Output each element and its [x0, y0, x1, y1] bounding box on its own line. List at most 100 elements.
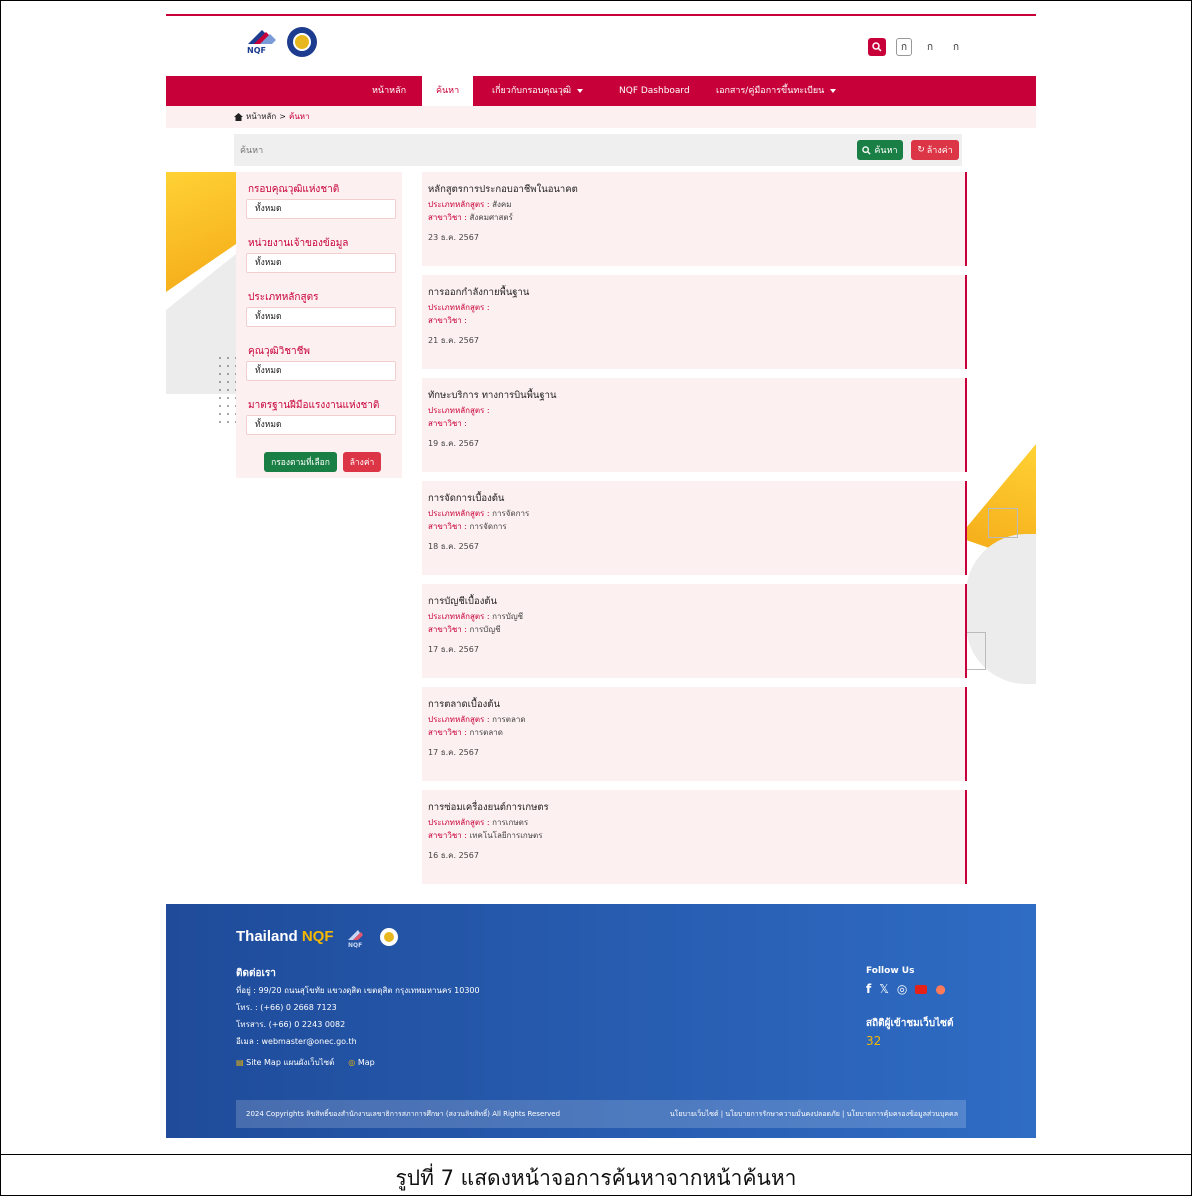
- filter-select-skill-standard[interactable]: ทั้งหมด: [246, 415, 396, 435]
- search-icon: [872, 42, 882, 52]
- nav-search[interactable]: ค้นหา: [422, 76, 474, 106]
- result-card[interactable]: การจัดการเบื้องต้น ประเภทหลักสูตร : การจ…: [422, 481, 967, 575]
- sitemap-link[interactable]: ▤ Site Map แผนผังเว็บไซต์: [236, 1056, 334, 1069]
- result-title[interactable]: การออกกำลังกายพื้นฐาน: [428, 285, 529, 300]
- nav-dashboard[interactable]: NQF Dashboard: [619, 76, 690, 106]
- result-field-label: สาขาวิชา :: [428, 831, 467, 840]
- result-field-line: สาขาวิชา :: [428, 314, 467, 327]
- font-size-medium-button[interactable]: ก: [922, 38, 938, 56]
- result-card[interactable]: ทักษะบริการ ทางการบินพื้นฐาน ประเภทหลักส…: [422, 378, 967, 472]
- filter-select-agency[interactable]: ทั้งหมด: [246, 253, 396, 273]
- result-type-line: ประเภทหลักสูตร : การบัญชี: [428, 610, 523, 623]
- result-field-line: สาขาวิชา : เทคโนโลยีการเกษตร: [428, 829, 543, 842]
- copyright-text: 2024 Copyrights ลิขสิทธิ์ของสำนักงานเลขา…: [246, 1110, 561, 1118]
- site-footer: Thailand NQF NQF ติดต่อเรา ที่อยู่ : 99/…: [166, 904, 1036, 1138]
- reset-icon: ↻: [917, 145, 925, 155]
- search-button[interactable]: ค้นหา: [857, 140, 903, 160]
- nav-home[interactable]: หน้าหลัก: [372, 76, 406, 106]
- reset-filter-button[interactable]: ล้างค่า: [343, 452, 381, 472]
- result-title[interactable]: หลักสูตรการประกอบอาชีพในอนาคต: [428, 182, 578, 197]
- chevron-down-icon: [830, 88, 837, 93]
- result-type-value: การจัดการ: [492, 509, 530, 518]
- result-card[interactable]: การออกกำลังกายพื้นฐาน ประเภทหลักสูตร : ส…: [422, 275, 967, 369]
- instagram-icon[interactable]: ◎: [897, 982, 907, 996]
- clear-search-button[interactable]: ↻ ล้างค่า: [911, 140, 959, 160]
- map-label: Map: [357, 1058, 375, 1067]
- result-type-label: ประเภทหลักสูตร :: [428, 818, 490, 827]
- contact-email[interactable]: อีเมล : webmaster@onec.go.th: [236, 1035, 357, 1048]
- footer-brand: Thailand NQF: [236, 928, 334, 945]
- result-type-label: ประเภทหลักสูตร :: [428, 406, 490, 415]
- nqf-logo: NQF: [348, 930, 363, 948]
- apply-filter-button[interactable]: กรองตามที่เลือก: [264, 452, 337, 472]
- result-field-label: สาขาวิชา :: [428, 728, 467, 737]
- google-icon[interactable]: ●: [935, 982, 945, 996]
- filter-select-nqf[interactable]: ทั้งหมด: [246, 199, 396, 219]
- youtube-icon[interactable]: [915, 984, 928, 994]
- result-field-value: การบัญชี: [469, 625, 501, 634]
- breadcrumb-current: ค้นหา: [288, 112, 310, 121]
- result-field-line: สาขาวิชา : การจัดการ: [428, 520, 507, 533]
- result-type-line: ประเภทหลักสูตร : การตลาด: [428, 713, 526, 726]
- result-field-line: สาขาวิชา : การตลาด: [428, 726, 503, 739]
- facebook-icon[interactable]: f: [866, 982, 871, 996]
- result-field-label: สาขาวิชา :: [428, 625, 467, 634]
- result-date: 17 ธ.ค. 2567: [428, 645, 479, 654]
- result-field-value: การตลาด: [469, 728, 503, 737]
- nav-about[interactable]: เกี่ยวกับกรอบคุณวุฒิ: [492, 76, 583, 106]
- result-title[interactable]: ทักษะบริการ ทางการบินพื้นฐาน: [428, 388, 557, 403]
- filter-select-professional-qualification[interactable]: ทั้งหมด: [246, 361, 396, 381]
- result-type-label: ประเภทหลักสูตร :: [428, 303, 490, 312]
- result-type-value: สังคม: [492, 200, 512, 209]
- filter-sidebar: กรอบคุณวุฒิแห่งชาติ ทั้งหมด หน่วยงานเจ้า…: [236, 172, 402, 478]
- svg-text:NQF: NQF: [247, 46, 266, 55]
- filter-label-nqf: กรอบคุณวุฒิแห่งชาติ: [248, 184, 340, 195]
- result-type-label: ประเภทหลักสูตร :: [428, 200, 490, 209]
- font-size-small-button[interactable]: ก: [896, 38, 912, 56]
- result-field-line: สาขาวิชา : การบัญชี: [428, 623, 501, 636]
- result-title[interactable]: การจัดการเบื้องต้น: [428, 491, 504, 506]
- filter-label-professional-qualification: คุณวุฒิวิชาชีพ: [248, 346, 311, 357]
- nav-documents[interactable]: เอกสาร/คู่มือการขึ้นทะเบียน: [716, 76, 837, 106]
- visitor-count: 32: [866, 1034, 882, 1048]
- font-size-large-button[interactable]: ก: [948, 38, 964, 56]
- map-link[interactable]: ◎ Map: [348, 1058, 374, 1067]
- result-type-line: ประเภทหลักสูตร : การเกษตร: [428, 816, 528, 829]
- map-pin-icon: ◎: [348, 1058, 356, 1067]
- result-field-label: สาขาวิชา :: [428, 419, 467, 428]
- web-page: NQF ก ก ก หน้าหลัก ค้นหา เกี่ยวกับกรอบคุ…: [166, 14, 1036, 1138]
- filter-label-skill-standard: มาตรฐานฝีมือแรงงานแห่งชาติ: [248, 400, 380, 411]
- result-field-value: สังคมศาสตร์: [469, 213, 513, 222]
- contact-heading: ติดต่อเรา: [236, 968, 276, 979]
- result-field-value: การจัดการ: [469, 522, 507, 531]
- filter-select-course-type[interactable]: ทั้งหมด: [246, 307, 396, 327]
- breadcrumb-home-link[interactable]: หน้าหลัก: [246, 106, 276, 128]
- result-title[interactable]: การบัญชีเบื้องต้น: [428, 594, 497, 609]
- search-icon: [862, 145, 871, 155]
- result-type-value: การเกษตร: [492, 818, 529, 827]
- search-input[interactable]: [238, 140, 842, 162]
- top-accent-line: [166, 14, 1036, 16]
- result-field-label: สาขาวิชา :: [428, 316, 467, 325]
- footer-bottom-bar: 2024 Copyrights ลิขสิทธิ์ของสำนักงานเลขา…: [236, 1100, 966, 1128]
- result-card[interactable]: การบัญชีเบื้องต้น ประเภทหลักสูตร : การบั…: [422, 584, 967, 678]
- breadcrumb-bar: หน้าหลัก > ค้นหา: [166, 106, 1036, 128]
- footer-brand-accent: NQF: [301, 928, 334, 945]
- result-type-line: ประเภทหลักสูตร :: [428, 301, 490, 314]
- result-title[interactable]: การตลาดเบื้องต้น: [428, 697, 500, 712]
- result-field-line: สาขาวิชา :: [428, 417, 467, 430]
- result-card[interactable]: หลักสูตรการประกอบอาชีพในอนาคต ประเภทหลัก…: [422, 172, 967, 266]
- contact-phone: โทร. : (+66) 0 2668 7123: [236, 1003, 337, 1012]
- figure-caption: รูปที่ 7 แสดงหน้าจอการค้นหาจากหน้าค้นหา: [395, 1166, 797, 1190]
- nqf-logo[interactable]: NQF: [244, 26, 280, 58]
- contact-address: ที่อยู่ : 99/20 ถนนสุโขทัย แขวงดุสิต เขต…: [236, 986, 480, 995]
- result-date: 21 ธ.ค. 2567: [428, 336, 479, 345]
- x-icon[interactable]: 𝕏: [879, 982, 889, 996]
- visitor-stats-heading: สถิติผู้เข้าชมเว็บไซต์: [866, 1018, 954, 1029]
- result-title[interactable]: การซ่อมเครื่องยนต์การเกษตร: [428, 800, 549, 815]
- social-links: f 𝕏 ◎ ●: [866, 982, 946, 996]
- result-card[interactable]: การตลาดเบื้องต้น ประเภทหลักสูตร : การตลา…: [422, 687, 967, 781]
- policy-links[interactable]: นโยบายเว็บไซต์ | นโยบายการรักษาความมั่นค…: [670, 1100, 958, 1128]
- header-search-button[interactable]: [868, 38, 886, 56]
- result-card[interactable]: การซ่อมเครื่องยนต์การเกษตร ประเภทหลักสูต…: [422, 790, 967, 884]
